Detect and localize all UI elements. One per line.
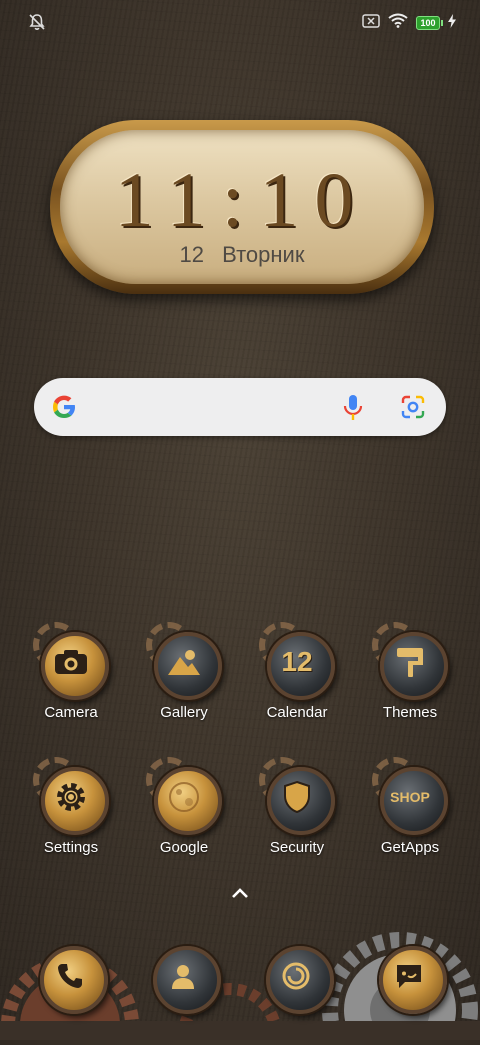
- settings-glyph: [35, 761, 107, 833]
- google-lens-icon[interactable]: [400, 395, 426, 424]
- app-security[interactable]: Security: [242, 757, 352, 856]
- google-g-icon: [50, 393, 78, 426]
- clock-date: 12 Вторник: [60, 242, 424, 268]
- app-google[interactable]: Google: [129, 757, 239, 856]
- status-bar: 100: [0, 0, 480, 44]
- clock-day: 12: [179, 242, 205, 267]
- microphone-icon[interactable]: [342, 394, 364, 427]
- wifi-icon: [388, 13, 408, 33]
- app-camera[interactable]: Camera: [16, 622, 126, 721]
- browser-icon: [260, 940, 332, 1012]
- themes-icon: [372, 622, 448, 700]
- security-glyph: [261, 761, 333, 833]
- sim-missing-icon: [362, 13, 380, 33]
- camera-icon: [33, 622, 109, 700]
- app-label: Camera: [44, 704, 98, 721]
- app-calendar[interactable]: 12 Calendar: [242, 622, 352, 721]
- app-gallery[interactable]: Gallery: [129, 622, 239, 721]
- dock-messages[interactable]: [373, 940, 447, 1014]
- clock-face: 11:10 12 Вторник: [60, 130, 424, 284]
- app-label: Settings: [43, 839, 99, 856]
- getapps-glyph: SHOP: [374, 761, 446, 833]
- app-label: GetApps: [380, 839, 440, 856]
- google-search-bar[interactable]: [34, 378, 446, 436]
- themes-glyph: [374, 626, 446, 698]
- calendar-date: 12: [281, 646, 313, 677]
- app-settings[interactable]: Settings: [16, 757, 126, 856]
- app-label: Security: [269, 839, 325, 856]
- app-label: Themes: [382, 704, 438, 721]
- clock-weekday: Вторник: [222, 242, 305, 267]
- calendar-glyph: 12: [261, 626, 333, 698]
- app-themes[interactable]: Themes: [355, 622, 465, 721]
- app-getapps[interactable]: SHOP GetApps: [355, 757, 465, 856]
- contacts-icon: [147, 940, 219, 1012]
- clock-widget[interactable]: 11:10 12 Вторник: [50, 120, 434, 294]
- app-label: Gallery: [160, 704, 208, 721]
- dock-phone[interactable]: [34, 940, 108, 1014]
- google-icon: [146, 757, 222, 835]
- charging-icon: [448, 13, 456, 33]
- settings-icon: [33, 757, 109, 835]
- clock-time: 11:10: [114, 156, 370, 243]
- dock-browser[interactable]: [260, 940, 334, 1014]
- calendar-icon: 12: [259, 622, 335, 700]
- camera-glyph: [35, 626, 107, 698]
- gallery-icon: [146, 622, 222, 700]
- security-icon: [259, 757, 335, 835]
- dock-contacts[interactable]: [147, 940, 221, 1014]
- messages-icon: [373, 940, 445, 1012]
- getapps-icon: SHOP: [372, 757, 448, 835]
- gallery-glyph: [148, 626, 220, 698]
- notifications-off-icon: [28, 13, 46, 36]
- battery-icon: 100: [416, 16, 443, 30]
- phone-icon: [34, 940, 106, 1012]
- app-label: Calendar: [266, 704, 328, 721]
- google-glyph: [148, 761, 220, 833]
- chevron-up-icon[interactable]: [230, 886, 250, 905]
- shop-text: SHOP: [390, 789, 430, 805]
- app-label: Google: [159, 839, 209, 856]
